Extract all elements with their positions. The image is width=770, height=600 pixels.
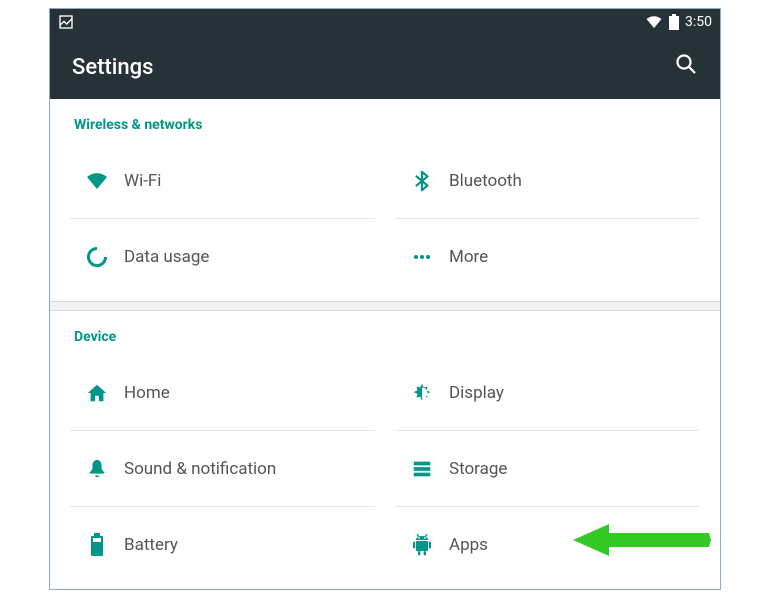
item-label: Wi-Fi	[124, 171, 161, 191]
item-label: Data usage	[124, 247, 209, 267]
item-label: Apps	[449, 535, 488, 555]
more-icon	[395, 245, 449, 269]
page-title: Settings	[72, 55, 153, 80]
item-label: Storage	[449, 459, 507, 479]
battery-icon	[70, 533, 124, 557]
wifi-status-icon	[645, 13, 663, 31]
status-bar: 3:50	[50, 9, 720, 35]
bluetooth-icon	[395, 170, 449, 192]
item-battery[interactable]: Battery	[70, 507, 375, 583]
item-home[interactable]: Home	[70, 355, 375, 431]
device-grid: Home Display Sound & notification	[50, 355, 720, 589]
item-label: Bluetooth	[449, 171, 522, 191]
item-label: Battery	[124, 535, 178, 555]
data-usage-icon	[70, 245, 124, 269]
item-label: Sound & notification	[124, 459, 276, 479]
item-sound[interactable]: Sound & notification	[70, 431, 375, 507]
item-wifi[interactable]: Wi-Fi	[70, 143, 375, 219]
item-label: Display	[449, 383, 504, 403]
wifi-icon	[70, 169, 124, 193]
android-icon	[395, 534, 449, 556]
item-display[interactable]: Display	[395, 355, 700, 431]
item-label: Home	[124, 383, 170, 403]
status-time: 3:50	[685, 14, 712, 30]
item-more[interactable]: More	[395, 219, 700, 295]
app-bar: Settings	[50, 35, 720, 99]
bell-icon	[70, 458, 124, 480]
home-icon	[70, 382, 124, 404]
wireless-grid: Wi-Fi Bluetooth Data usage	[50, 143, 720, 301]
battery-status-icon	[669, 14, 679, 30]
item-data-usage[interactable]: Data usage	[70, 219, 375, 295]
section-divider	[50, 301, 720, 311]
item-apps[interactable]: Apps	[395, 507, 700, 583]
display-icon	[395, 382, 449, 404]
search-icon[interactable]	[674, 52, 698, 82]
item-storage[interactable]: Storage	[395, 431, 700, 507]
item-bluetooth[interactable]: Bluetooth	[395, 143, 700, 219]
storage-icon	[395, 458, 449, 480]
image-frame-icon	[58, 14, 74, 30]
item-label: More	[449, 247, 488, 267]
section-header-wireless: Wireless & networks	[50, 99, 720, 143]
section-header-device: Device	[50, 311, 720, 355]
device-frame: 3:50 Settings Wireless & networks Wi-Fi …	[49, 8, 721, 590]
